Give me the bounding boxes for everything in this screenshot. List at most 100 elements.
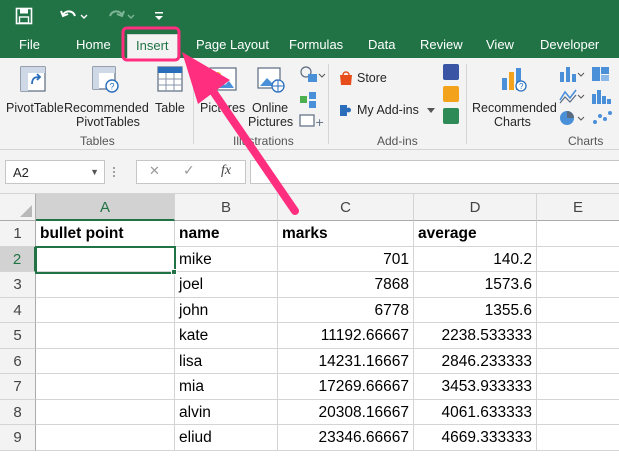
recommended-charts-button[interactable]: ? Recommended Charts (470, 62, 557, 132)
tab-insert[interactable]: Insert (127, 34, 178, 58)
grid-cell-b1[interactable]: name (175, 221, 278, 247)
column-header-a[interactable]: A (36, 194, 175, 221)
column-chart-button[interactable] (558, 64, 586, 84)
enter-icon[interactable]: ✓ (183, 163, 195, 179)
grid-cell-c9[interactable]: 23346.66667 (278, 425, 414, 451)
grid-cell-e1[interactable] (537, 221, 619, 247)
people-graph-icon[interactable] (443, 108, 459, 124)
grid-cell-b4[interactable]: john (175, 297, 278, 323)
tab-formulas[interactable]: Formulas (289, 32, 343, 58)
grid-cell-e6[interactable] (537, 349, 619, 374)
grid-cell-b8[interactable]: alvin (175, 399, 278, 425)
chevron-down-icon[interactable]: ▼ (90, 167, 99, 177)
row-header[interactable]: 4 (0, 297, 36, 323)
grid-cell-c5[interactable]: 11192.66667 (278, 323, 414, 349)
screenshot-button[interactable]: + (298, 112, 326, 130)
grid-cell-a3[interactable] (36, 272, 175, 298)
grid-cell-c4[interactable]: 6778 (278, 297, 414, 323)
grid-cell-a4[interactable] (36, 297, 175, 323)
grid-cell-d7[interactable]: 3453.933333 (414, 374, 537, 400)
select-all-button[interactable] (0, 194, 36, 221)
column-header-c[interactable]: C (278, 194, 414, 221)
insert-function-icon[interactable]: fx (221, 163, 231, 179)
column-header-b[interactable]: B (175, 194, 278, 221)
tab-developer[interactable]: Developer (540, 32, 599, 58)
statistic-chart-button[interactable] (590, 86, 619, 106)
grid-cell-b2[interactable]: mike (175, 246, 278, 272)
hierarchy-chart-button[interactable] (590, 64, 619, 84)
grid-cell-b9[interactable]: eliud (175, 425, 278, 451)
grid-cell-d9[interactable]: 4669.333333 (414, 425, 537, 451)
grid-cell-d8[interactable]: 4061.633333 (414, 399, 537, 425)
tab-home[interactable]: Home (76, 32, 111, 58)
grid-cell-d4[interactable]: 1355.6 (414, 297, 537, 323)
tab-data[interactable]: Data (368, 32, 395, 58)
row-header[interactable]: 9 (0, 425, 36, 451)
pie-chart-button[interactable] (558, 108, 586, 128)
tab-review[interactable]: Review (420, 32, 463, 58)
grid-cell-d5[interactable]: 2238.533333 (414, 323, 537, 349)
grid-cell-e2[interactable] (537, 247, 619, 272)
pivottable-button[interactable]: PivotTable (2, 62, 64, 124)
grid-cell-d2[interactable]: 140.2 (414, 246, 537, 272)
grid-cell-e5[interactable] (537, 323, 619, 349)
row-header[interactable]: 1 (0, 221, 36, 247)
my-addins-button[interactable]: My Add-ins (336, 100, 436, 120)
smartart-button[interactable] (298, 90, 326, 110)
grid-cell-a7[interactable] (36, 374, 175, 400)
resize-grip-icon[interactable] (112, 162, 116, 182)
grid-cell-a1[interactable]: bullet point (36, 221, 175, 247)
grid-cell-c1[interactable]: marks (278, 221, 414, 247)
grid-cell-d3[interactable]: 1573.6 (414, 272, 537, 298)
shapes-button[interactable] (298, 64, 326, 86)
grid-cell-b5[interactable]: kate (175, 323, 278, 349)
store-button[interactable]: Store (336, 68, 406, 88)
tab-file[interactable]: File (19, 32, 40, 58)
grid-cell-e9[interactable] (537, 425, 619, 451)
line-chart-button[interactable] (558, 86, 586, 106)
customize-toolbar-button[interactable] (148, 0, 170, 32)
redo-button[interactable] (104, 0, 138, 32)
undo-button[interactable] (54, 0, 94, 32)
row-header[interactable]: 2 (0, 246, 36, 272)
grid-cell-c7[interactable]: 17269.66667 (278, 374, 414, 400)
column-header-d[interactable]: D (414, 194, 537, 221)
row-header[interactable]: 5 (0, 323, 36, 349)
tab-view[interactable]: View (486, 32, 514, 58)
grid-cell-e7[interactable] (537, 374, 619, 400)
grid-cell-c2[interactable]: 701 (278, 246, 414, 272)
grid-cell-c6[interactable]: 14231.16667 (278, 348, 414, 374)
name-box[interactable]: A2 ▼ (5, 160, 105, 184)
column-header-e[interactable]: E (537, 194, 619, 221)
recommended-pivottables-button[interactable]: ? Recommended PivotTables (62, 62, 149, 132)
pictures-button[interactable]: Pictures (198, 62, 248, 124)
grid-cell-a8[interactable] (36, 399, 175, 425)
visio-addin-icon[interactable] (443, 64, 459, 80)
row-header[interactable]: 7 (0, 374, 36, 400)
grid-cell-a9[interactable] (36, 425, 175, 451)
grid-cell-a5[interactable] (36, 323, 175, 349)
grid-cell-b7[interactable]: mia (175, 374, 278, 400)
grid-cell-e3[interactable] (537, 272, 619, 298)
grid-cell-d6[interactable]: 2846.233333 (414, 348, 537, 374)
cancel-icon[interactable]: ✕ (149, 164, 160, 179)
fill-handle[interactable] (171, 269, 177, 275)
scatter-chart-button[interactable] (590, 108, 619, 128)
grid-cell-e8[interactable] (537, 400, 619, 425)
row-header[interactable]: 6 (0, 348, 36, 374)
online-pictures-button[interactable]: Online Pictures (248, 62, 296, 132)
formula-input[interactable] (250, 160, 619, 184)
grid-cell-e4[interactable] (537, 298, 619, 323)
grid-cell-b6[interactable]: lisa (175, 348, 278, 374)
grid-cell-a6[interactable] (36, 348, 175, 374)
grid-cell-c8[interactable]: 20308.16667 (278, 399, 414, 425)
save-button[interactable] (10, 0, 38, 32)
tab-page-layout[interactable]: Page Layout (196, 32, 269, 58)
row-header[interactable]: 8 (0, 399, 36, 425)
grid-cell-d1[interactable]: average (414, 221, 537, 247)
grid-cell-b3[interactable]: joel (175, 272, 278, 298)
grid-cell-c3[interactable]: 7868 (278, 272, 414, 298)
row-header[interactable]: 3 (0, 272, 36, 298)
bing-maps-icon[interactable] (443, 86, 459, 102)
table-button[interactable]: Table (152, 62, 188, 124)
